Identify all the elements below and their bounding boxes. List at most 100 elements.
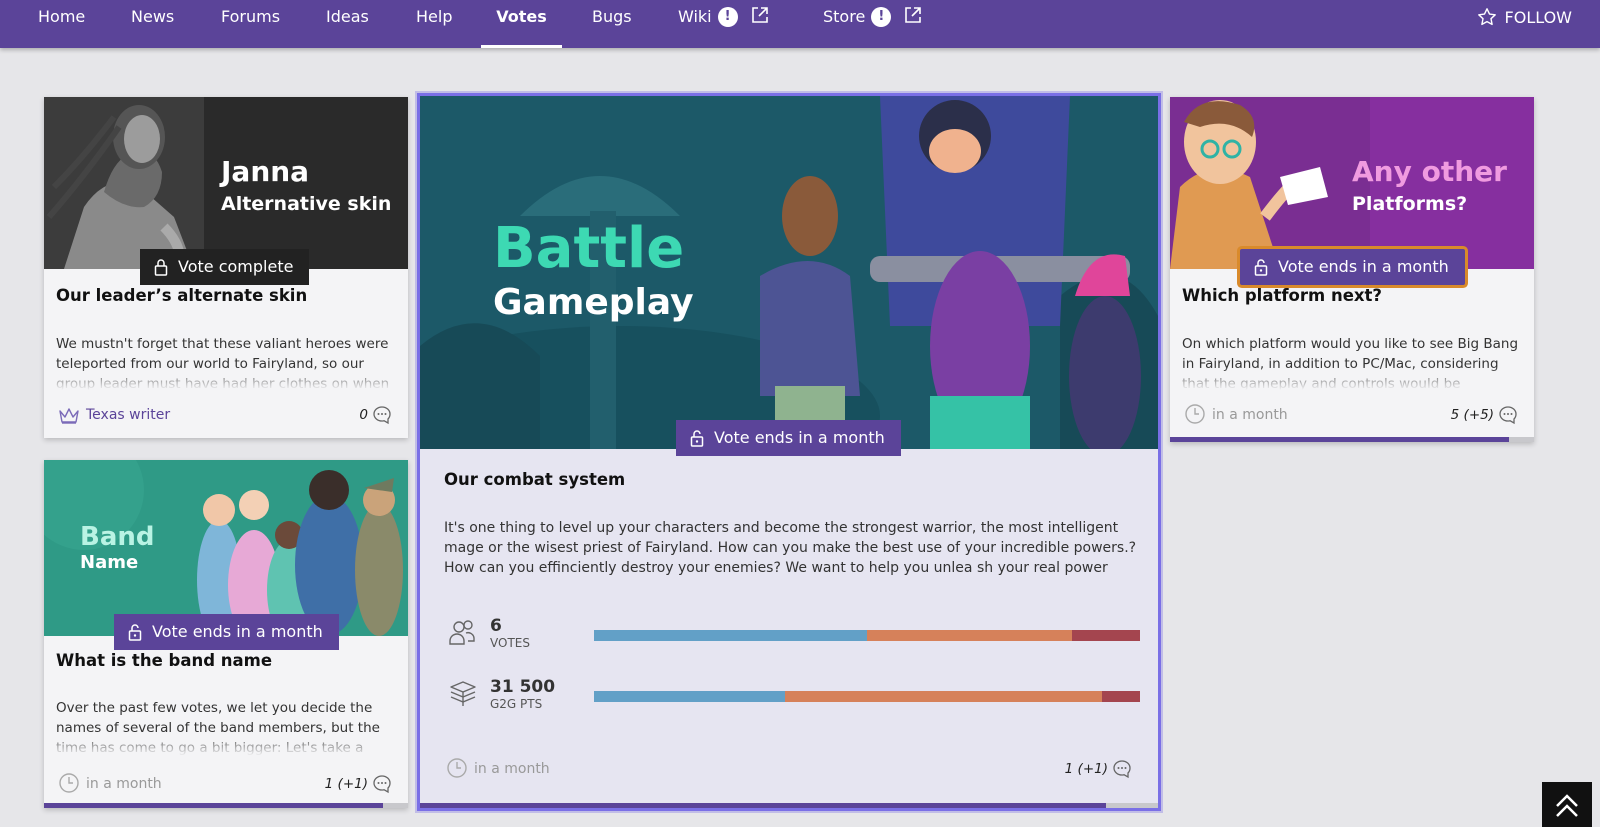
external-link-icon <box>751 7 768 23</box>
comment-count[interactable]: 0 <box>359 403 392 427</box>
stat-bar <box>594 630 1140 641</box>
comment-icon <box>373 775 391 794</box>
crown-icon <box>59 408 79 424</box>
nav-store-label: Store <box>823 7 866 26</box>
featured-vote-card[interactable]: Battle Gameplay Vote ends in a month Our… <box>420 96 1158 808</box>
vote-progress-fill <box>1170 437 1509 442</box>
stat-bar-segment <box>785 691 1102 702</box>
card-description-text: It's one thing to level up your characte… <box>444 520 1137 576</box>
nav-help[interactable]: Help <box>416 0 452 48</box>
nav-help-label: Help <box>416 7 453 26</box>
vote-progress <box>420 803 1158 808</box>
card-author[interactable]: Texas writer <box>58 403 170 427</box>
vote-progress-fill <box>44 803 383 808</box>
nav-ideas-label: Ideas <box>326 7 369 26</box>
comment-count-value: 0 <box>359 407 368 423</box>
stat-bar-segment <box>594 691 786 702</box>
badge-label: Vote ends in a month <box>152 622 323 641</box>
card-image: Band Name <box>44 460 408 636</box>
comment-count[interactable]: 5 (+5) <box>1451 403 1518 427</box>
comment-count[interactable]: 1 (+1) <box>325 772 392 796</box>
badge-label: Vote ends in a month <box>1278 257 1449 276</box>
stat-label: G2G PTS <box>490 697 543 711</box>
nav-wiki[interactable]: Wiki! <box>678 0 770 48</box>
card-image-title: Band <box>80 522 154 552</box>
stat-votes: 6 VOTES <box>448 616 1148 656</box>
card-image-subtitle: Alternative skin <box>221 193 391 215</box>
stat-bar-segment <box>867 630 1072 641</box>
vote-status-badge: Vote ends in a month <box>1240 249 1465 285</box>
stat-value: 31 500 <box>490 677 556 697</box>
nav-news[interactable]: News <box>131 0 174 48</box>
vote-status-badge: Vote complete <box>140 249 310 285</box>
card-description: We mustn't forget that these valiant her… <box>56 334 390 390</box>
unlock-icon <box>690 430 704 447</box>
card-image: Janna Alternative skin <box>44 97 408 269</box>
deadline-text: in a month <box>1212 407 1288 423</box>
unlock-icon <box>128 624 142 641</box>
stat-points: 31 500 G2G PTS <box>448 677 1148 717</box>
card-image-subtitle: Gameplay <box>493 282 694 323</box>
vote-card[interactable]: Any other Platforms? Vote ends in a mont… <box>1170 97 1534 442</box>
card-title: What is the band name <box>56 651 273 670</box>
card-image-subtitle: Platforms? <box>1352 193 1467 215</box>
nav-forums[interactable]: Forums <box>221 0 280 48</box>
follow-label: FOLLOW <box>1504 8 1572 27</box>
card-description: On which platform would you like to see … <box>1182 334 1520 390</box>
comment-icon <box>1499 406 1517 425</box>
top-nav: Home News Forums Ideas Help Votes Bugs W… <box>0 0 1600 48</box>
deadline-text: in a month <box>86 776 162 792</box>
clock-icon <box>59 773 79 793</box>
clock-icon <box>447 758 467 778</box>
nav-news-label: News <box>131 7 175 26</box>
card-image: Battle Gameplay <box>420 96 1158 449</box>
nav-forums-label: Forums <box>221 7 281 26</box>
nav-bugs-label: Bugs <box>592 7 632 26</box>
nav-home-label: Home <box>38 7 86 26</box>
card-title: Our combat system <box>444 470 626 489</box>
nav-store[interactable]: Store! <box>823 0 923 48</box>
vote-status-badge: Vote ends in a month <box>676 420 901 456</box>
vote-progress-fill <box>420 803 1107 808</box>
badge-label: Vote ends in a month <box>714 428 885 447</box>
stat-bar <box>594 691 1140 702</box>
stat-bar-segment <box>1071 630 1140 641</box>
card-image-subtitle: Name <box>80 552 138 573</box>
card-image: Any other Platforms? <box>1170 97 1534 269</box>
comment-icon <box>1113 760 1131 779</box>
card-deadline: in a month <box>446 757 550 781</box>
unlock-icon <box>1254 259 1268 276</box>
star-icon <box>1477 8 1496 26</box>
nav-bugs[interactable]: Bugs <box>592 0 632 48</box>
stat-label: VOTES <box>490 636 530 650</box>
card-deadline: in a month <box>1184 403 1288 427</box>
nav-wiki-label: Wiki <box>678 7 712 26</box>
card-image-title: Janna <box>219 155 309 188</box>
follow-button[interactable]: FOLLOW <box>1477 0 1572 36</box>
vote-card[interactable]: Band Name Vote ends in a month What is t… <box>44 460 408 808</box>
comment-count-value: 5 (+5) <box>1450 407 1494 423</box>
nav-votes[interactable]: Votes <box>481 0 562 48</box>
card-description: Over the past few votes, we let you deci… <box>56 698 390 756</box>
coins-icon <box>450 681 476 706</box>
card-description: It's one thing to level up your characte… <box>444 518 1138 578</box>
vote-progress <box>44 803 408 808</box>
nav-ideas[interactable]: Ideas <box>326 0 369 48</box>
comment-count-value: 1 (+1) <box>1064 761 1108 777</box>
vote-card[interactable]: Janna Alternative skin Vote complete Our… <box>44 97 408 438</box>
comment-icon <box>373 406 391 425</box>
badge-label: Vote complete <box>178 257 294 276</box>
comment-count-value: 1 (+1) <box>324 776 368 792</box>
chevron-double-up-icon <box>1556 794 1578 817</box>
nav-home[interactable]: Home <box>38 0 85 48</box>
scroll-to-top-button[interactable] <box>1542 782 1592 827</box>
alert-icon: ! <box>871 7 892 27</box>
clock-icon <box>1185 404 1205 424</box>
card-image-title: Battle <box>493 216 684 281</box>
vote-status-badge: Vote ends in a month <box>114 614 339 650</box>
deadline-text: in a month <box>474 761 550 777</box>
comment-count[interactable]: 1 (+1) <box>1065 757 1132 781</box>
lock-icon <box>154 259 168 276</box>
card-title: Our leader’s alternate skin <box>56 286 308 305</box>
alert-icon: ! <box>717 7 738 27</box>
